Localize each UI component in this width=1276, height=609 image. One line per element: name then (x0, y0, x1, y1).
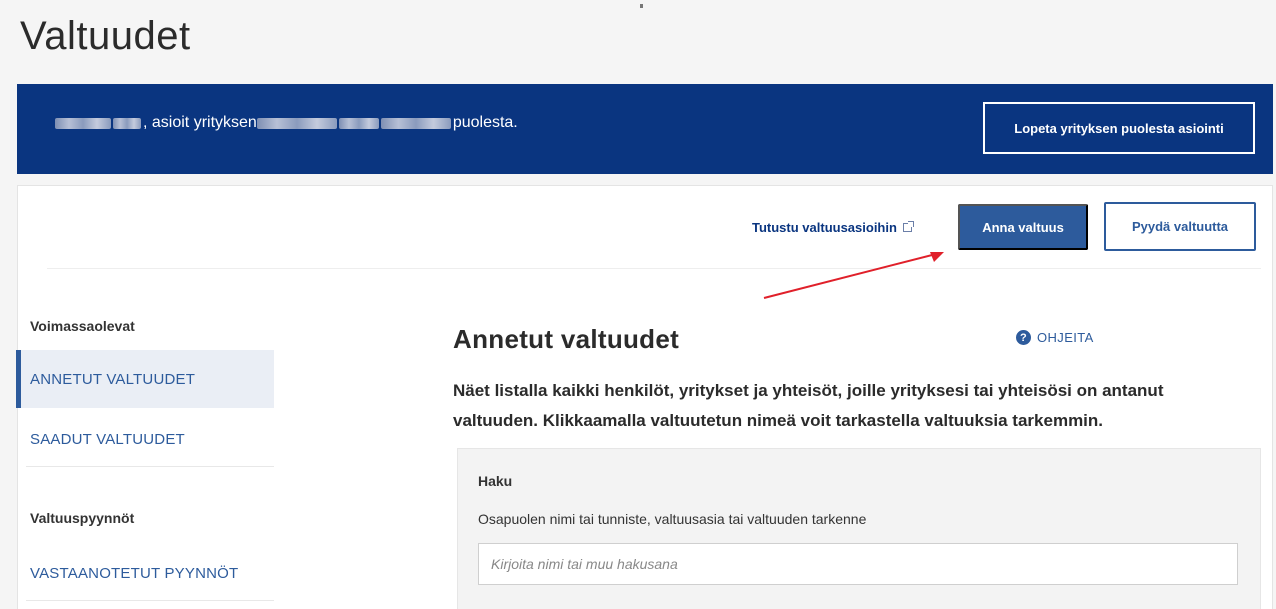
sidebar-heading-requests: Valtuuspyynnöt (30, 510, 135, 526)
search-label: Osapuolen nimi tai tunniste, valtuusasia… (478, 511, 867, 527)
annotation-arrow-icon (763, 252, 944, 299)
redacted-company-name (256, 117, 337, 129)
banner-text-end: puolesta. (452, 114, 518, 131)
learn-link-label: Tutustu valtuusasioihin (752, 220, 897, 235)
search-heading: Haku (478, 473, 513, 489)
help-link[interactable]: ? OHJEITA (1016, 330, 1094, 345)
help-link-label: OHJEITA (1037, 330, 1094, 345)
sidebar-divider (26, 600, 274, 601)
search-input[interactable] (478, 543, 1238, 585)
learn-about-mandates-link[interactable]: Tutustu valtuusasioihin (752, 220, 914, 235)
page-title: Valtuudet (20, 14, 191, 58)
top-tick-mark (640, 4, 643, 8)
redacted-company-name (380, 117, 451, 129)
external-link-icon (902, 221, 914, 232)
redacted-user-name (113, 117, 141, 129)
acting-on-behalf-banner: , asioit yrityksen puolesta. Lopeta yrit… (17, 84, 1273, 174)
request-mandate-button[interactable]: Pyydä valtuutta (1104, 202, 1256, 251)
sidebar-item-given-mandates[interactable]: ANNETUT VALTUUDET (16, 350, 274, 408)
sidebar-item-received-mandates[interactable]: SAADUT VALTUUDET (16, 410, 274, 468)
toolbar-divider (47, 268, 1261, 269)
redacted-user-name (55, 117, 111, 129)
give-mandate-button[interactable]: Anna valtuus (958, 204, 1088, 250)
main-title: Annetut valtuudet (453, 324, 680, 354)
sidebar-heading-active: Voimassaolevat (30, 318, 135, 334)
description-text: Näet listalla kaikki henkilöt, yritykset… (453, 381, 1164, 430)
redacted-company-name (338, 117, 379, 129)
banner-text-middle: , asioit yrityksen (143, 114, 257, 131)
question-circle-icon: ? (1016, 330, 1031, 345)
search-panel: Haku Osapuolen nimi tai tunniste, valtuu… (457, 448, 1261, 609)
banner-text: , asioit yrityksen puolesta. (55, 114, 518, 132)
sidebar-divider (26, 466, 274, 467)
sidebar-item-received-requests[interactable]: VASTAANOTETUT PYYNNÖT (16, 544, 274, 602)
end-company-session-button[interactable]: Lopeta yrityksen puolesta asiointi (983, 102, 1255, 154)
